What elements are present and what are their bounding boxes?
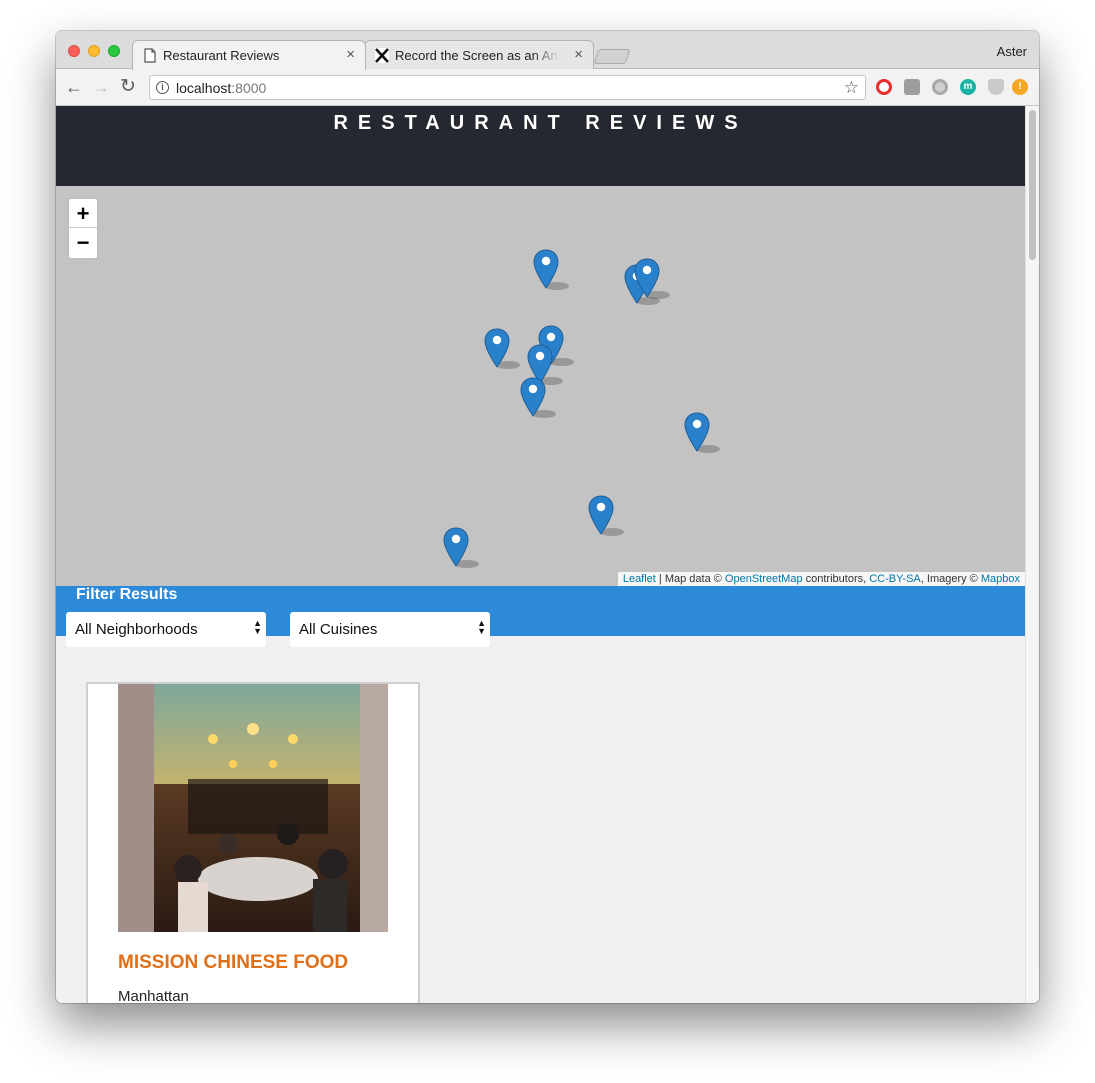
window-close-button[interactable] [68, 45, 80, 57]
profile-name[interactable]: Aster [997, 44, 1027, 59]
tab-title: Restaurant Reviews [163, 48, 280, 63]
tab-title: Record the Screen as an Anima [395, 48, 560, 63]
select-arrows-icon: ▲ ▼ [477, 618, 486, 636]
extension-icon[interactable] [932, 79, 948, 95]
map[interactable]: + − Leaflet | Map data © OpenStreetMap c… [56, 186, 1025, 586]
window-maximize-button[interactable] [108, 45, 120, 57]
filter-options: Filter Results All Neighborhoods ▲ ▼ All … [56, 586, 1025, 647]
zoom-control: + − [67, 197, 99, 260]
map-marker-icon[interactable] [443, 527, 479, 568]
extension-icon[interactable] [904, 79, 920, 95]
map-attribution: Leaflet | Map data © OpenStreetMap contr… [617, 572, 1025, 586]
tab-record-screen[interactable]: Record the Screen as an Anima × [364, 40, 594, 70]
page-icon [144, 48, 156, 63]
restaurant-photo [118, 684, 388, 932]
cuisines-selected: All Cuisines [299, 621, 378, 638]
map-marker-icon[interactable] [634, 258, 670, 299]
bookmark-star-icon[interactable]: ☆ [844, 78, 859, 98]
restaurant-name[interactable]: MISSION CHINESE FOOD [118, 952, 348, 974]
info-icon[interactable]: i [156, 81, 169, 94]
window-minimize-button[interactable] [88, 45, 100, 57]
osm-link[interactable]: OpenStreetMap [725, 573, 803, 585]
zoom-out-button[interactable]: − [69, 228, 97, 257]
neighborhoods-select[interactable]: All Neighborhoods ▲ ▼ [66, 612, 266, 647]
map-marker-icon[interactable] [533, 249, 569, 290]
map-marker-icon[interactable] [520, 377, 556, 418]
select-arrows-icon: ▲ ▼ [253, 618, 262, 636]
reload-icon[interactable]: ↻ [120, 75, 136, 98]
restaurant-card: MISSION CHINESE FOOD Manhattan [86, 682, 420, 1003]
vertical-scrollbar[interactable] [1025, 106, 1039, 1003]
alert-icon[interactable]: ! [1012, 79, 1028, 95]
license-link[interactable]: CC-BY-SA [869, 573, 921, 585]
tab-restaurant-reviews[interactable]: Restaurant Reviews × [132, 40, 366, 70]
shield-icon[interactable] [988, 79, 1004, 95]
mapbox-link[interactable]: Mapbox [981, 573, 1020, 585]
site-title: RESTAURANT REVIEWS [333, 112, 748, 134]
opera-extension-icon[interactable] [876, 79, 892, 95]
tab-strip: Restaurant Reviews × Record the Screen a… [56, 31, 1039, 70]
tab-close-icon[interactable]: × [574, 46, 583, 63]
url-text: localhost:8000 [176, 80, 267, 96]
tab-close-icon[interactable]: × [346, 46, 355, 63]
filter-title: Filter Results [76, 586, 178, 603]
scroll-thumb[interactable] [1029, 110, 1036, 260]
map-marker-icon[interactable] [484, 328, 520, 369]
map-marker-icon[interactable] [588, 495, 624, 536]
neighborhoods-selected: All Neighborhoods [75, 621, 198, 638]
browser-toolbar: ← → ↻ i localhost:8000 ☆ m ! [56, 69, 1039, 106]
back-arrow-icon[interactable]: ← [65, 77, 83, 98]
cuisines-select[interactable]: All Cuisines ▲ ▼ [290, 612, 490, 647]
new-tab-button[interactable] [593, 49, 631, 64]
page-viewport: RESTAURANT REVIEWS + − Leaflet | Map dat… [56, 106, 1025, 1003]
browser-window: Restaurant Reviews × Record the Screen a… [56, 31, 1039, 1003]
extension-icon[interactable]: m [960, 79, 976, 95]
restaurant-neighborhood: Manhattan [118, 988, 189, 1003]
leaflet-link[interactable]: Leaflet [623, 573, 656, 585]
site-header: RESTAURANT REVIEWS [56, 106, 1025, 186]
forward-arrow-icon[interactable]: → [92, 77, 110, 98]
zoom-in-button[interactable]: + [69, 199, 97, 228]
map-marker-icon[interactable] [684, 412, 720, 453]
address-bar[interactable]: i localhost:8000 ☆ [149, 75, 866, 100]
x-logo-icon [375, 48, 389, 63]
